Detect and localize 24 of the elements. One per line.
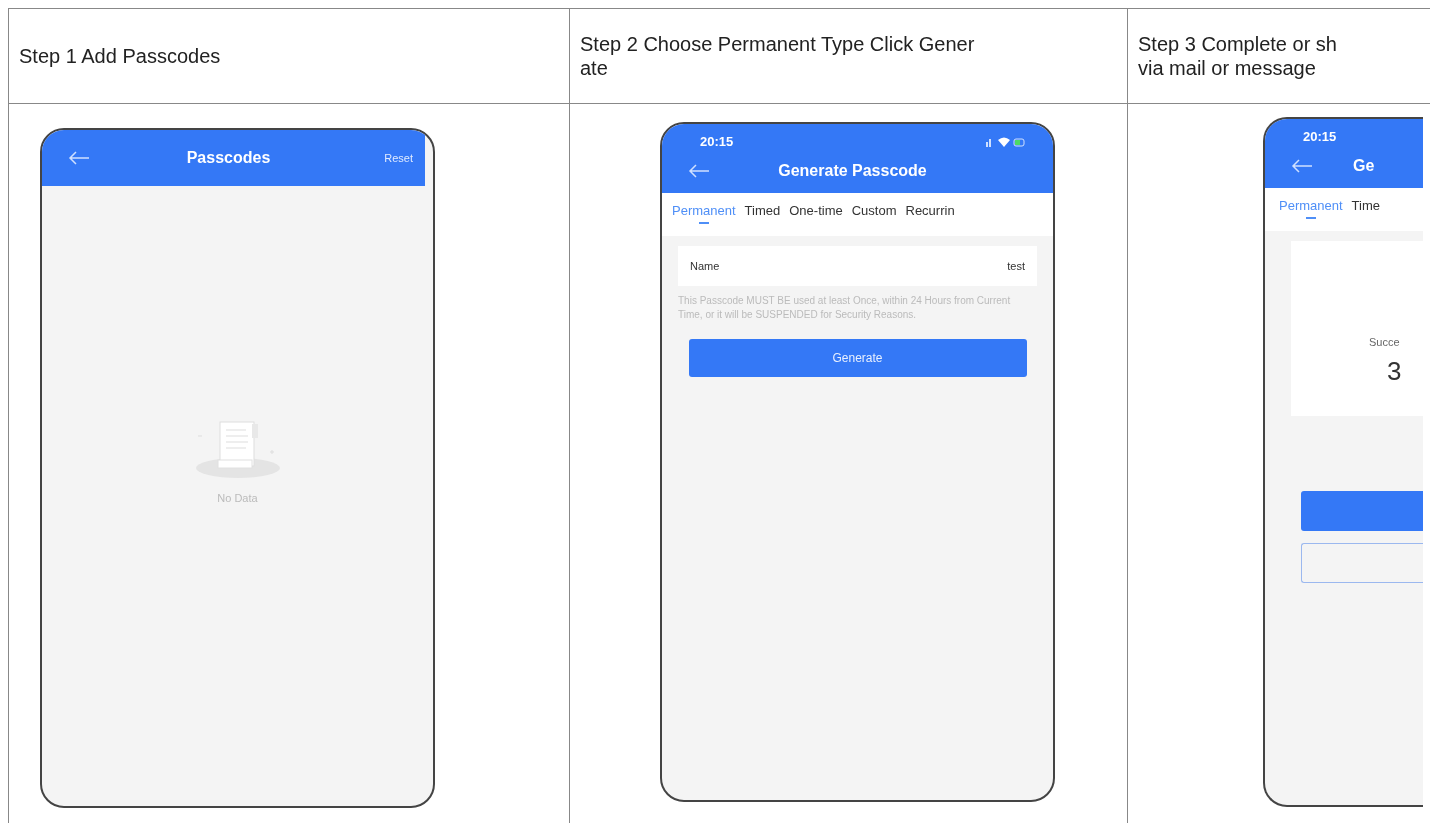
back-arrow-icon[interactable] bbox=[68, 151, 90, 165]
status-time: 20:15 bbox=[700, 134, 734, 149]
passcode-type-tab[interactable]: Timed bbox=[744, 203, 781, 224]
status-icons bbox=[985, 135, 1027, 148]
status-time: 20:15 bbox=[1303, 129, 1337, 144]
outline-button[interactable] bbox=[1301, 543, 1423, 583]
back-arrow-icon[interactable] bbox=[1291, 159, 1313, 173]
step-heading: Step 2 Choose Permanent Type Click Gener ate bbox=[580, 32, 975, 80]
passcode-type-tab[interactable]: Custom bbox=[851, 203, 897, 224]
name-field[interactable]: Name test bbox=[678, 246, 1037, 286]
passcode-value: 3 bbox=[1387, 356, 1402, 387]
empty-message: No Data bbox=[217, 492, 258, 504]
screen-title: Generate Passcode bbox=[778, 162, 927, 180]
success-text: Succe bbox=[1369, 336, 1400, 348]
screen-title: Ge bbox=[1353, 157, 1375, 175]
passcode-type-tab[interactable]: Time bbox=[1351, 198, 1380, 219]
back-arrow-icon[interactable] bbox=[688, 164, 710, 178]
passcode-type-tab[interactable]: One-time bbox=[789, 203, 843, 224]
passcode-type-tab[interactable]: Recurrin bbox=[905, 203, 955, 224]
reset-link[interactable]: Reset bbox=[384, 152, 413, 164]
screen-title: Passcodes bbox=[186, 149, 271, 167]
generate-button[interactable]: Generate bbox=[688, 339, 1027, 377]
step-heading: Step 3 Complete or sh via mail or message bbox=[1138, 32, 1337, 80]
step-heading: Step 1 Add Passcodes bbox=[19, 44, 221, 68]
